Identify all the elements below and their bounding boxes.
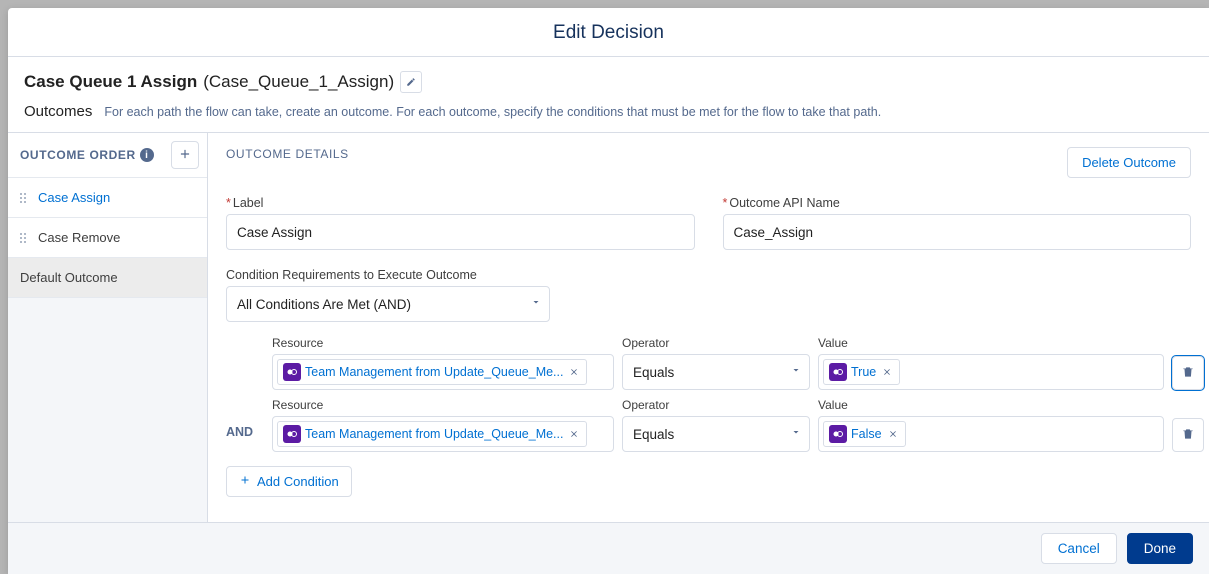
value-pill-text: False [851,427,882,441]
outcome-item-case-assign[interactable]: Case Assign [8,178,207,218]
condition-row: AND Resource Team Management from Update… [226,398,1191,452]
outcome-order-sidebar: OUTCOME ORDER i Case Assign Case Remove … [8,133,208,522]
outcome-item-label: Case Assign [38,190,110,205]
trash-icon [1181,427,1195,444]
edit-decision-modal: Edit Decision Case Queue 1 Assign (Case_… [8,8,1209,574]
resource-column-label: Resource [272,336,614,350]
drag-handle-icon[interactable] [20,233,30,243]
element-name: Case Queue 1 Assign [24,72,197,92]
element-title-row: Case Queue 1 Assign (Case_Queue_1_Assign… [8,57,1209,97]
value-icon [829,425,847,443]
delete-condition-button[interactable] [1172,418,1204,452]
add-condition-button[interactable]: Add Condition [226,466,352,497]
edit-name-button[interactable] [400,71,422,93]
api-field-label: Outcome API Name [723,196,1192,210]
add-condition-label: Add Condition [257,474,339,489]
plus-icon [239,474,251,489]
pencil-icon [406,75,416,90]
done-button[interactable]: Done [1127,533,1193,564]
condition-row: Resource Team Management from Update_Que… [226,336,1191,390]
value-column-label: Value [818,336,1164,350]
operator-column-label: Operator [622,336,810,350]
cancel-button[interactable]: Cancel [1041,533,1117,564]
info-icon[interactable]: i [140,148,154,162]
resource-pill-text: Team Management from Update_Queue_Me... [305,427,563,441]
value-icon [829,363,847,381]
drag-handle-icon[interactable] [20,193,30,203]
condition-requirements-select[interactable]: All Conditions Are Met (AND) [226,286,550,322]
resource-pill-text: Team Management from Update_Queue_Me... [305,365,563,379]
sidebar-title: OUTCOME ORDER i [20,148,154,162]
value-pill-text: True [851,365,876,379]
element-api-name: (Case_Queue_1_Assign) [203,72,394,92]
resource-input[interactable]: Team Management from Update_Queue_Me... [272,416,614,452]
outcomes-description: Outcomes For each path the flow can take… [8,97,1209,133]
clear-value-icon[interactable] [886,427,900,441]
clear-resource-icon[interactable] [567,365,581,379]
outcomes-hint: For each path the flow can take, create … [104,105,881,119]
outcome-label-input[interactable] [226,214,695,250]
value-input[interactable]: True [818,354,1164,390]
clear-value-icon[interactable] [880,365,894,379]
delete-outcome-button[interactable]: Delete Outcome [1067,147,1191,178]
resource-icon [283,425,301,443]
modal-title: Edit Decision [8,8,1209,57]
outcome-item-case-remove[interactable]: Case Remove [8,218,207,258]
outcome-item-default[interactable]: Default Outcome [8,258,207,298]
resource-input[interactable]: Team Management from Update_Queue_Me... [272,354,614,390]
value-input[interactable]: False [818,416,1164,452]
outcome-details-panel: OUTCOME DETAILS Delete Outcome Label Out… [208,133,1209,522]
label-field-label: Label [226,196,695,210]
plus-icon [178,147,192,164]
outcomes-label: Outcomes [24,103,92,120]
outcome-item-label: Case Remove [38,230,120,245]
outcome-item-label: Default Outcome [20,270,118,285]
add-outcome-button[interactable] [171,141,199,169]
details-section-title: OUTCOME DETAILS [226,147,349,161]
operator-select[interactable]: Equals [622,416,810,452]
resource-column-label: Resource [272,398,614,412]
condition-joiner: AND [226,411,264,439]
modal-footer: Cancel Done [8,522,1209,574]
condition-requirements-label: Condition Requirements to Execute Outcom… [226,268,1191,282]
trash-icon [1181,365,1195,382]
outcome-api-input[interactable] [723,214,1192,250]
value-column-label: Value [818,398,1164,412]
delete-condition-button[interactable] [1172,356,1204,390]
operator-select[interactable]: Equals [622,354,810,390]
resource-icon [283,363,301,381]
operator-column-label: Operator [622,398,810,412]
clear-resource-icon[interactable] [567,427,581,441]
